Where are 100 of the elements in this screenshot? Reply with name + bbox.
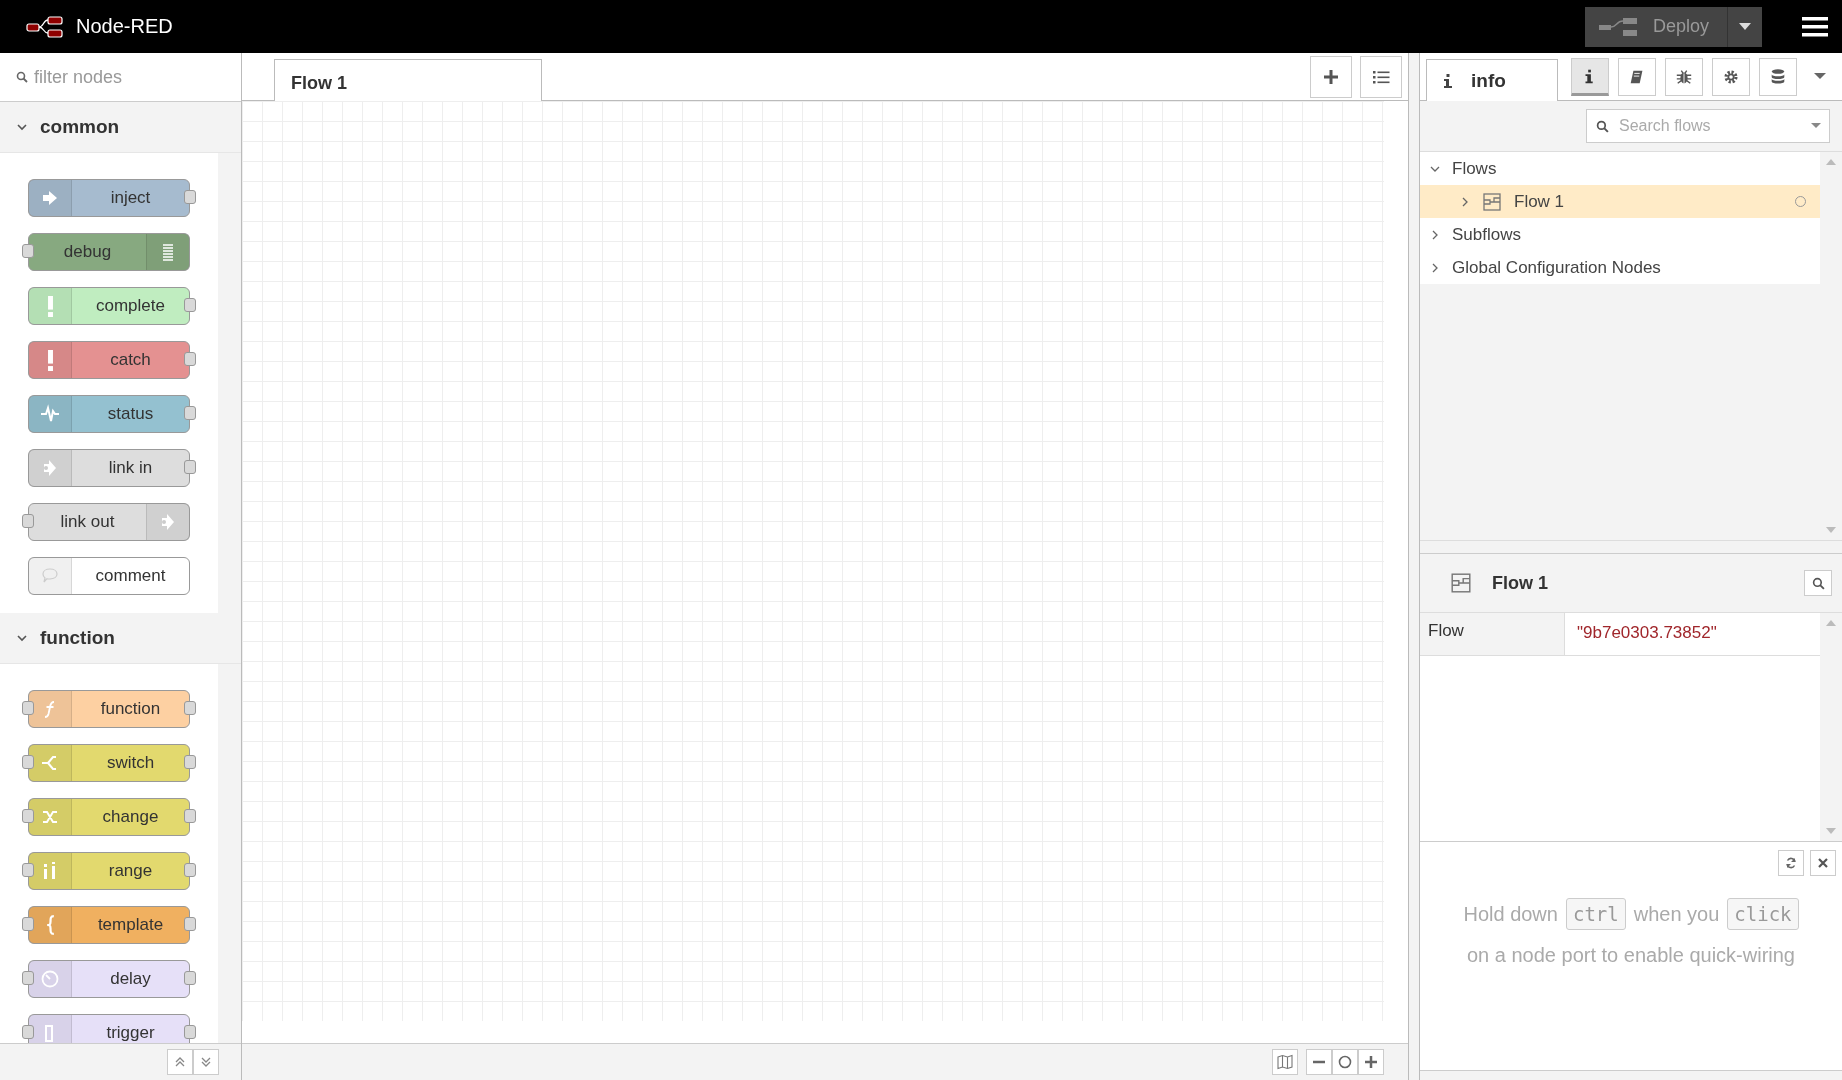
sidebar-tab-button[interactable]	[1759, 57, 1797, 96]
logo-icon	[26, 14, 66, 39]
output-port[interactable]	[184, 809, 196, 823]
map-button[interactable]	[1272, 1049, 1298, 1075]
node-label: function	[99, 699, 162, 719]
palette-node[interactable]: switch	[28, 744, 190, 782]
splitter-bar[interactable]	[1408, 53, 1420, 1080]
node-label: range	[107, 861, 154, 881]
input-port[interactable]	[22, 244, 34, 258]
map-icon	[1277, 1054, 1293, 1070]
info-icon	[1443, 72, 1453, 89]
input-port[interactable]	[22, 701, 34, 715]
chevron-down-icon[interactable]	[16, 632, 28, 644]
output-port[interactable]	[184, 298, 196, 312]
menu-icon[interactable]	[1802, 15, 1828, 38]
output-port[interactable]	[184, 701, 196, 715]
app-title: Node-RED	[76, 15, 173, 38]
tree-item[interactable]: Flows	[1420, 152, 1820, 185]
palette-node[interactable]: template	[28, 906, 190, 944]
scroll-up-icon[interactable]	[1826, 619, 1836, 626]
zoom-reset-button[interactable]	[1332, 1049, 1358, 1075]
chevron-right-icon[interactable]	[1430, 229, 1440, 240]
node-label: link in	[107, 458, 154, 478]
chevron-right-icon[interactable]	[1430, 262, 1440, 273]
palette-node[interactable]: function	[28, 690, 190, 728]
palette-node[interactable]: link in	[28, 449, 190, 487]
zoom-in-button[interactable]	[1358, 1049, 1384, 1075]
search-button[interactable]	[1804, 570, 1832, 596]
palette-node[interactable]: complete	[28, 287, 190, 325]
flow-icon	[1482, 191, 1502, 212]
palette-node[interactable]: trigger	[28, 1014, 190, 1043]
list-flows-button[interactable]	[1360, 55, 1402, 98]
output-port[interactable]	[184, 755, 196, 769]
palette-node[interactable]: catch	[28, 341, 190, 379]
input-port[interactable]	[22, 755, 34, 769]
tree-item[interactable]: Global Configuration Nodes	[1420, 251, 1820, 284]
chevron-down-icon[interactable]	[16, 121, 28, 133]
output-port[interactable]	[184, 352, 196, 366]
add-flow-button[interactable]	[1310, 55, 1352, 98]
palette-node[interactable]: debug	[28, 233, 190, 271]
flow-tab[interactable]: Flow 1	[274, 59, 542, 101]
search-icon	[1596, 120, 1609, 133]
pulse-icon	[40, 404, 60, 424]
circle-icon	[1337, 1054, 1353, 1070]
double-chevron-up-icon	[174, 1056, 186, 1068]
node-label: catch	[109, 350, 152, 370]
tip-text: on a node port to enable quick-wiring	[1467, 944, 1795, 967]
sidebar-tab[interactable]: info	[1426, 59, 1558, 101]
palette-node[interactable]: link out	[28, 503, 190, 541]
palette-node[interactable]: comment	[28, 557, 190, 595]
chevron-right-icon[interactable]	[1460, 196, 1470, 207]
input-port[interactable]	[22, 1025, 34, 1039]
info-title: Flow 1	[1492, 572, 1548, 594]
clock-icon	[40, 969, 60, 989]
output-port[interactable]	[184, 863, 196, 877]
node-label: comment	[94, 566, 167, 586]
scroll-down-icon[interactable]	[1826, 527, 1836, 534]
refresh-button[interactable]	[1778, 850, 1804, 876]
node-label: template	[96, 915, 165, 935]
input-port[interactable]	[22, 917, 34, 931]
output-port[interactable]	[184, 971, 196, 985]
output-port[interactable]	[184, 406, 196, 420]
tree-label: Flows	[1452, 158, 1497, 179]
palette-node[interactable]: status	[28, 395, 190, 433]
output-port[interactable]	[184, 917, 196, 931]
tree-item[interactable]: Flow 1	[1420, 185, 1820, 218]
input-port[interactable]	[22, 863, 34, 877]
close-icon	[1817, 857, 1829, 869]
filter-field[interactable]: filter nodes	[0, 53, 241, 101]
expand-all-button[interactable]	[193, 1049, 219, 1075]
search-field[interactable]: Search flows	[1586, 109, 1830, 143]
output-port[interactable]	[184, 460, 196, 474]
caret-icon	[1811, 123, 1821, 129]
palette-node[interactable]: range	[28, 852, 190, 890]
sidebar-tab-button[interactable]	[1618, 57, 1656, 96]
collapse-all-button[interactable]	[167, 1049, 193, 1075]
tip-text: Hold down	[1463, 902, 1558, 926]
palette-node[interactable]: change	[28, 798, 190, 836]
output-port[interactable]	[184, 1025, 196, 1039]
splitter-bar[interactable]	[1420, 540, 1842, 554]
tree-item[interactable]: Subflows	[1420, 218, 1820, 251]
scroll-up-icon[interactable]	[1826, 158, 1836, 165]
input-port[interactable]	[22, 971, 34, 985]
scroll-down-icon[interactable]	[1826, 828, 1836, 835]
input-port[interactable]	[22, 514, 34, 528]
palette-node[interactable]: inject	[28, 179, 190, 217]
input-port[interactable]	[22, 809, 34, 823]
palette-node[interactable]: delay	[28, 960, 190, 998]
keyboard-key: ctrl	[1565, 898, 1626, 930]
zoom-out-button[interactable]	[1306, 1049, 1332, 1075]
close-button[interactable]	[1810, 850, 1836, 876]
sidebar-tab-button[interactable]	[1712, 57, 1750, 96]
property-name: Flow	[1420, 613, 1565, 655]
output-port[interactable]	[184, 190, 196, 204]
sidebar-tab-button[interactable]	[1665, 57, 1703, 96]
sidebar-tab-button[interactable]	[1571, 57, 1609, 96]
plus-icon	[1322, 67, 1340, 86]
category-name: function	[40, 627, 115, 649]
node-label: status	[106, 404, 155, 424]
search-icon	[1811, 576, 1825, 590]
